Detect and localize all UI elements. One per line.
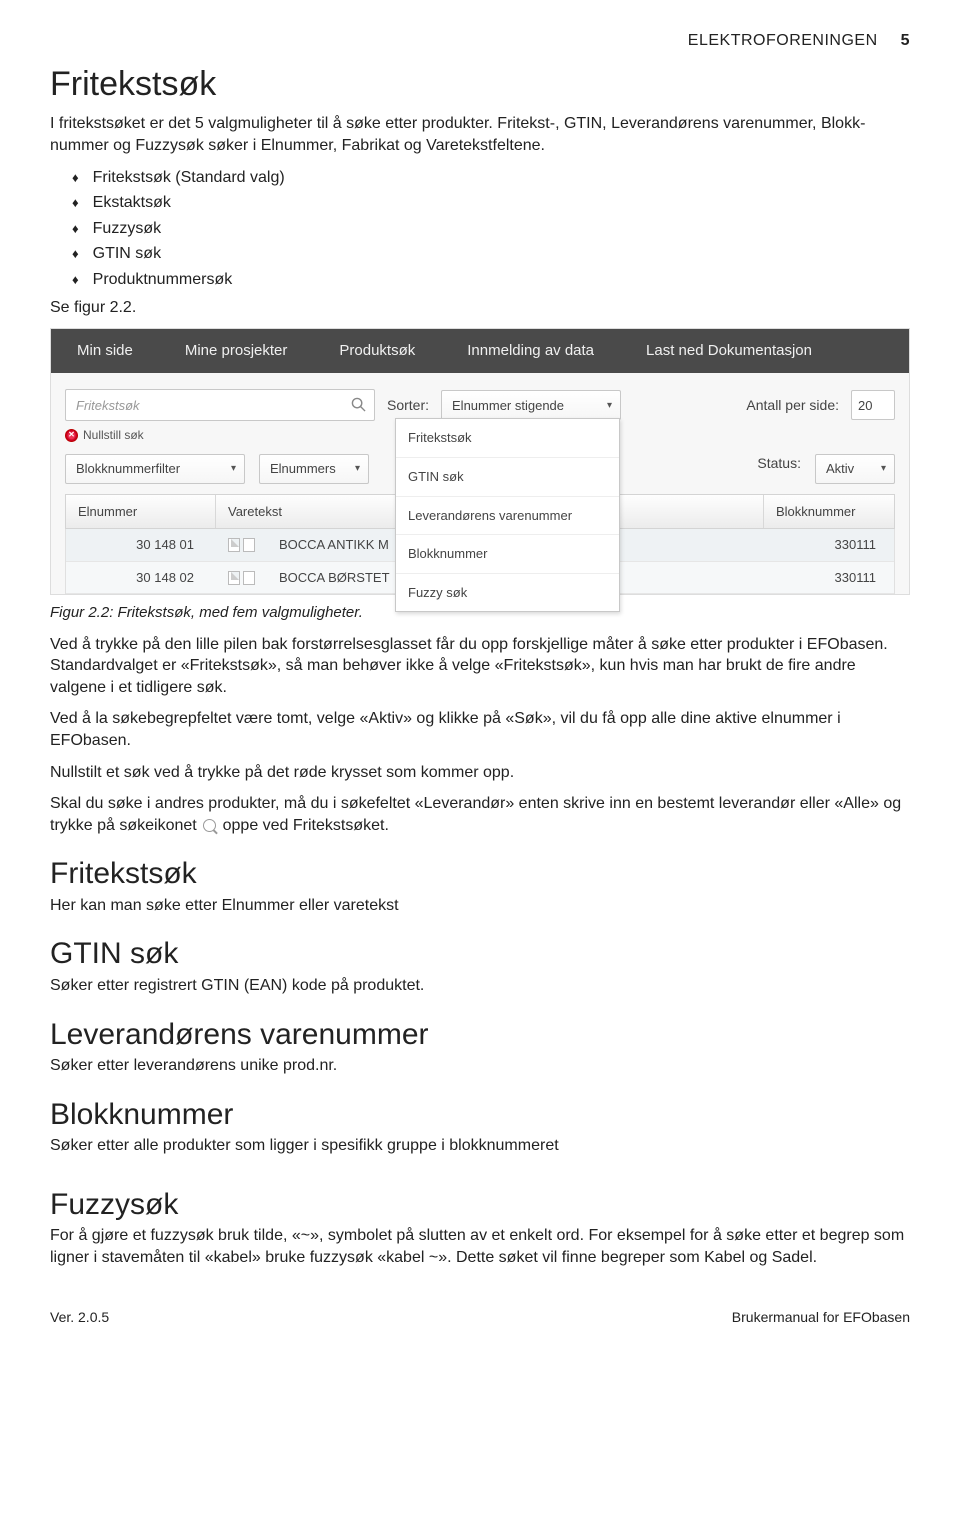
note-icon[interactable] <box>228 538 240 552</box>
doc-icon[interactable] <box>243 538 255 552</box>
cell-blokknummer: 330111 <box>764 529 894 561</box>
col-blokknummer[interactable]: Blokknummer <box>764 495 894 529</box>
reset-label: Nullstill søk <box>83 427 144 443</box>
sorter-value: Elnummer stigende <box>452 397 564 415</box>
perpage-input[interactable]: 20 <box>851 390 895 420</box>
body-text: Ved å trykke på den lille pilen bak fors… <box>50 634 910 699</box>
filter-eln-label: Elnummers <box>270 460 336 478</box>
perpage-value: 20 <box>858 397 872 415</box>
section-text: Her kan man søke etter Elnummer eller va… <box>50 895 910 917</box>
nav-item-produktsok[interactable]: Produktsøk <box>313 329 441 373</box>
search-placeholder: Fritekstsøk <box>76 397 140 415</box>
section-text: Søker etter leverandørens unike prod.nr. <box>50 1055 910 1077</box>
page-title: Fritekstsøk <box>50 62 910 108</box>
body-text: Ved å la søkebegrepfeltet være tomt, vel… <box>50 708 910 751</box>
search-icon <box>203 819 216 832</box>
dropdown-item-fritekst[interactable]: Fritekstsøk <box>396 419 619 458</box>
list-item: GTIN søk <box>72 243 910 265</box>
nav-item-minside[interactable]: Min side <box>51 329 159 373</box>
search-icon[interactable] <box>351 397 366 417</box>
header-org: ELEKTROFORENINGEN <box>688 32 878 49</box>
dropdown-item-blokk[interactable]: Blokknummer <box>396 535 619 574</box>
blokknummer-filter[interactable]: Blokknummerfilter <box>65 454 245 484</box>
filter-block-label: Blokknummerfilter <box>76 460 180 478</box>
note-icon[interactable] <box>228 571 240 585</box>
page-number: 5 <box>901 32 910 49</box>
cell-blokknummer: 330111 <box>764 562 894 594</box>
intro-text: I fritekstsøket er det 5 valgmuligheter … <box>50 113 910 156</box>
page-header: ELEKTROFORENINGEN 5 <box>50 30 910 52</box>
close-icon <box>65 429 78 442</box>
section-heading-fuzzy: Fuzzysøk <box>50 1185 910 1226</box>
search-type-dropdown: Fritekstsøk GTIN søk Leverandørens varen… <box>395 418 620 612</box>
search-input[interactable]: Fritekstsøk <box>65 389 375 421</box>
status-value: Aktiv <box>826 460 854 478</box>
list-item: Fuzzysøk <box>72 218 910 240</box>
doc-icon[interactable] <box>243 571 255 585</box>
cell-elnummer: 30 148 02 <box>66 562 216 594</box>
section-heading-lev: Leverandørens varenummer <box>50 1015 910 1056</box>
body-text: Skal du søke i andres produkter, må du i… <box>50 793 910 836</box>
section-heading-gtin: GTIN søk <box>50 934 910 975</box>
body-text-fragment: Skal du søke i andres produkter, må du i… <box>50 795 901 834</box>
list-item: Fritekstsøk (Standard valg) <box>72 167 910 189</box>
section-text: Søker etter registrert GTIN (EAN) kode p… <box>50 975 910 997</box>
list-item: Produktnummersøk <box>72 269 910 291</box>
elnummer-filter[interactable]: Elnummers <box>259 454 369 484</box>
list-item: Ekstaktsøk <box>72 192 910 214</box>
section-heading-blokk: Blokknummer <box>50 1095 910 1136</box>
row-icons <box>216 562 267 594</box>
screenshot-panel: Min side Mine prosjekter Produktsøk Innm… <box>50 328 910 595</box>
row-icons <box>216 529 267 561</box>
options-list: Fritekstsøk (Standard valg) Ekstaktsøk F… <box>72 167 910 291</box>
sorter-select[interactable]: Elnummer stigende <box>441 390 621 420</box>
version-label: Ver. 2.0.5 <box>50 1308 109 1327</box>
dropdown-item-gtin[interactable]: GTIN søk <box>396 458 619 497</box>
status-label: Status: <box>757 454 801 484</box>
dropdown-item-fuzzy[interactable]: Fuzzy søk <box>396 574 619 612</box>
nav-item-lastned[interactable]: Last ned Dokumentasjon <box>620 329 838 373</box>
status-select[interactable]: Aktiv <box>815 454 895 484</box>
nav-item-prosjekter[interactable]: Mine prosjekter <box>159 329 314 373</box>
section-heading-fritekst: Fritekstsøk <box>50 854 910 895</box>
col-elnummer[interactable]: Elnummer <box>66 495 216 529</box>
page-footer: Ver. 2.0.5 Brukermanual for EFObasen <box>50 1308 910 1327</box>
cell-elnummer: 30 148 01 <box>66 529 216 561</box>
see-figure: Se figur 2.2. <box>50 297 910 319</box>
doc-title-footer: Brukermanual for EFObasen <box>732 1308 910 1327</box>
body-text-fragment: oppe ved Fritekstsøket. <box>218 817 389 834</box>
perpage-label: Antall per side: <box>746 396 839 415</box>
section-text: For å gjøre et fuzzysøk bruk tilde, «~»,… <box>50 1225 910 1268</box>
nav-item-innmelding[interactable]: Innmelding av data <box>441 329 620 373</box>
body-text: Nullstilt et søk ved å trykke på det rød… <box>50 762 910 784</box>
section-text: Søker etter alle produkter som ligger i … <box>50 1135 910 1157</box>
dropdown-item-leverandor[interactable]: Leverandørens varenummer <box>396 497 619 536</box>
top-nav: Min side Mine prosjekter Produktsøk Innm… <box>51 329 909 373</box>
sorter-label: Sorter: <box>387 396 429 415</box>
